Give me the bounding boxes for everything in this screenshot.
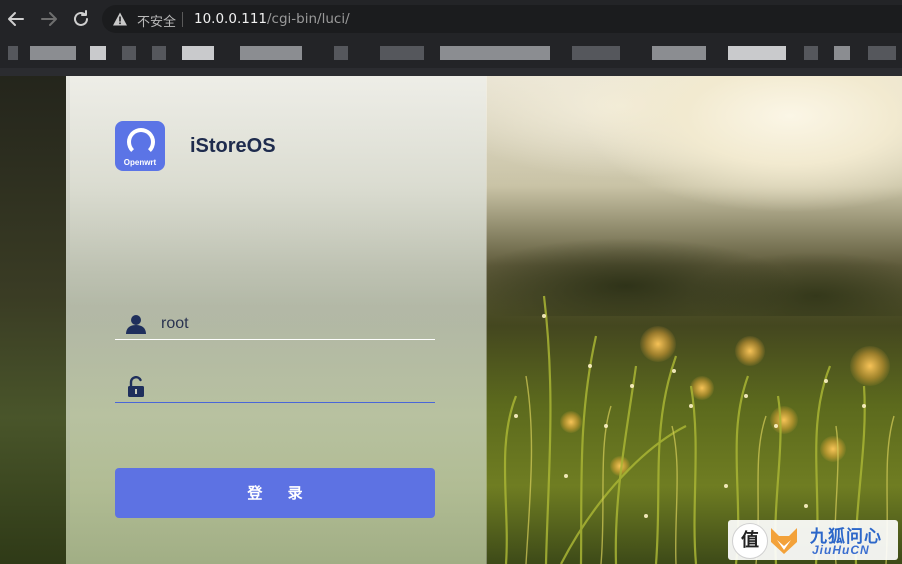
- toolbar-divider: [0, 68, 902, 76]
- bookmark-item[interactable]: [152, 46, 166, 60]
- bookmark-item[interactable]: [240, 46, 302, 60]
- bookmark-item[interactable]: [440, 46, 550, 60]
- warning-triangle-icon[interactable]: [112, 11, 128, 27]
- password-field[interactable]: [115, 372, 435, 403]
- url-host: 10.0.0.111: [194, 11, 267, 27]
- bookmarks-bar: [0, 38, 902, 68]
- password-input[interactable]: [161, 375, 421, 399]
- username-input[interactable]: [161, 312, 421, 336]
- background-left-edge: [0, 76, 70, 564]
- fox-logo-icon: [771, 528, 797, 554]
- bookmark-item[interactable]: [334, 46, 348, 60]
- address-separator: [182, 12, 183, 27]
- watermark-en-text: JiuHuCN: [812, 543, 870, 557]
- login-panel: Openwrt iStoreOS 登 录: [66, 76, 486, 564]
- forward-arrow-icon[interactable]: [38, 8, 60, 30]
- unlocked-padlock-icon: [128, 376, 144, 397]
- address-bar[interactable]: 不安全 10.0.0.111/cgi-bin/luci/: [102, 5, 902, 33]
- bookmark-item[interactable]: [122, 46, 136, 60]
- username-field[interactable]: [115, 309, 435, 340]
- bookmark-item[interactable]: [834, 46, 850, 60]
- openwrt-logo: Openwrt: [115, 121, 165, 171]
- url-text[interactable]: 10.0.0.111/cgi-bin/luci/: [194, 11, 350, 27]
- bookmark-item[interactable]: [572, 46, 620, 60]
- bookmark-item[interactable]: [804, 46, 818, 60]
- bookmark-item[interactable]: [868, 46, 896, 60]
- user-icon: [126, 315, 146, 334]
- openwrt-ring-icon: [127, 128, 155, 156]
- url-path: /cgi-bin/luci/: [267, 11, 350, 27]
- bookmark-item[interactable]: [182, 46, 214, 60]
- browser-toolbar: 不安全 10.0.0.111/cgi-bin/luci/: [0, 0, 902, 38]
- bookmark-item[interactable]: [380, 46, 424, 60]
- bookmark-item[interactable]: [652, 46, 706, 60]
- watermark: 值 九狐问心 JiuHuCN: [728, 520, 898, 560]
- logo-text: Openwrt: [123, 158, 157, 167]
- brand-title: iStoreOS: [190, 135, 276, 157]
- bookmark-item[interactable]: [728, 46, 786, 60]
- back-arrow-icon[interactable]: [5, 8, 27, 30]
- bookmark-item[interactable]: [90, 46, 106, 60]
- bookmark-item[interactable]: [8, 46, 18, 60]
- reload-icon[interactable]: [70, 8, 92, 30]
- watermark-badge: 值: [732, 523, 768, 559]
- security-status-label[interactable]: 不安全: [137, 11, 176, 30]
- bookmark-item[interactable]: [30, 46, 76, 60]
- login-button[interactable]: 登 录: [115, 468, 435, 518]
